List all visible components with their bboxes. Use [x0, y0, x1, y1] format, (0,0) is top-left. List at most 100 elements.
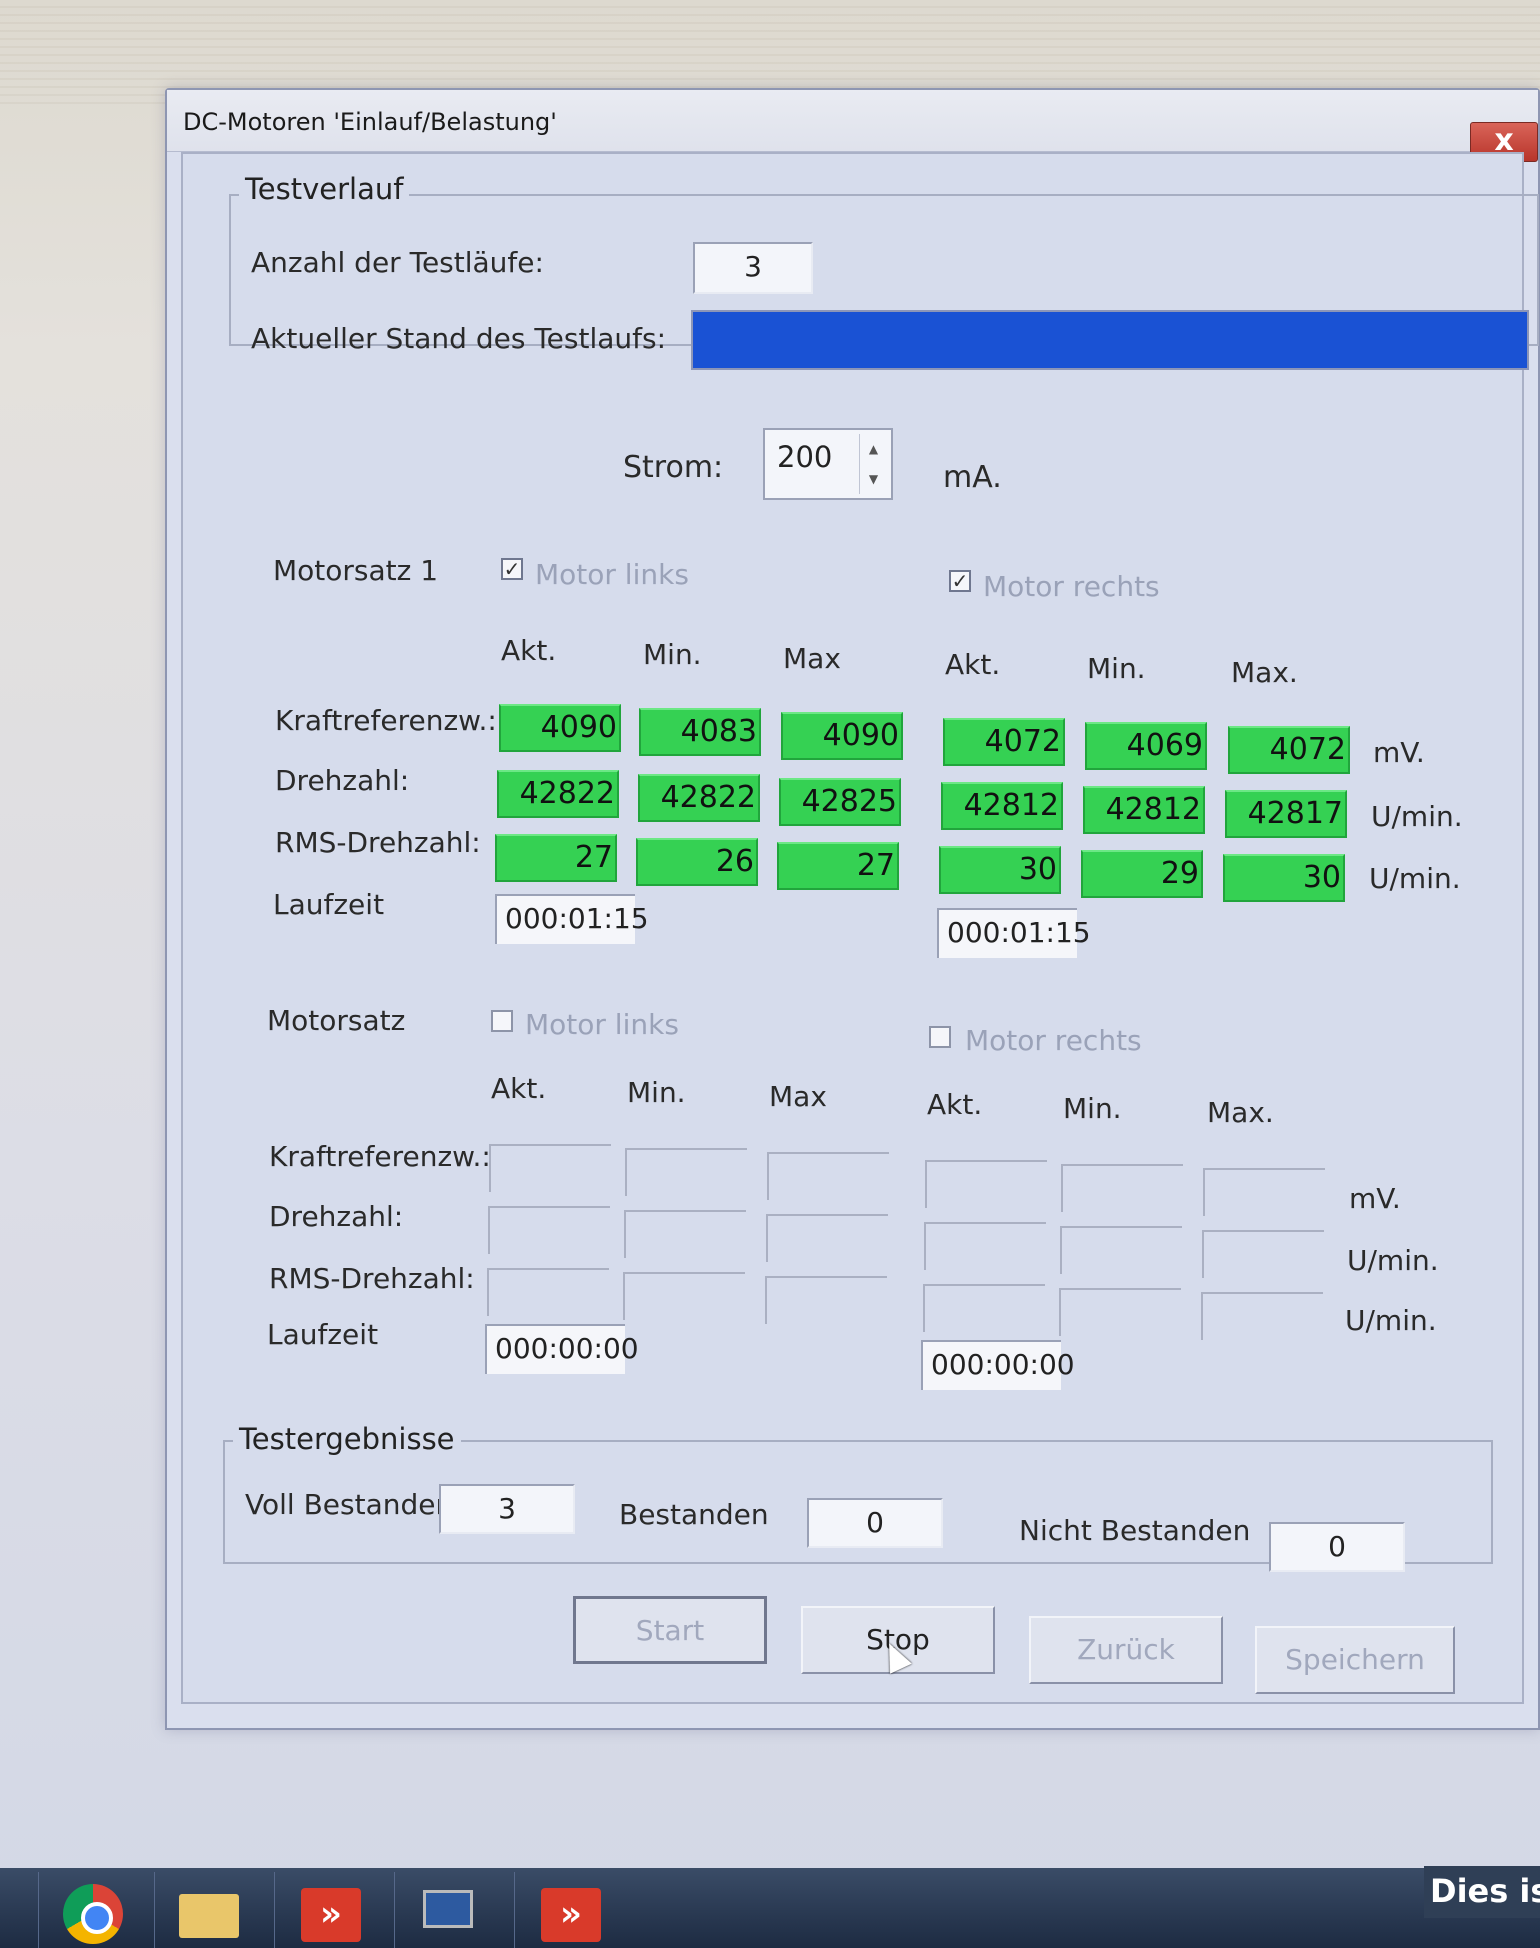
nicht-field: 0 [1269, 1522, 1405, 1572]
spin-up-icon[interactable]: ▲ [860, 434, 887, 464]
testverlauf-title: Testverlauf [239, 172, 410, 206]
stand-label: Aktueller Stand des Testlaufs: [251, 322, 667, 355]
app-red-icon: » [301, 1888, 361, 1942]
m1-left-rms-min: 26 [636, 838, 758, 886]
m2-right-rms-min [1059, 1288, 1181, 1336]
m1-right-drehzahl-akt: 42812 [941, 782, 1063, 830]
m2-left-kraft-max [767, 1152, 889, 1200]
client-area: Testverlauf Anzahl der Testläufe: 3 Aktu… [181, 152, 1539, 1704]
col-min-left-2: Min. [627, 1076, 686, 1109]
testergebnisse-title: Testergebnisse [233, 1422, 461, 1456]
row-kraft-1: Kraftreferenzw.: [275, 704, 497, 737]
m1-left-rms-max: 27 [777, 842, 899, 890]
unit-mv-1: mV. [1373, 736, 1425, 769]
m2-right-rms-max [1201, 1292, 1323, 1340]
m2-right-drehzahl-max [1202, 1230, 1324, 1278]
m1-left-drehzahl-max: 42825 [779, 778, 901, 826]
taskbar-explorer[interactable] [154, 1872, 266, 1948]
motor-rechts-checkbox-2[interactable] [929, 1026, 951, 1048]
taskbar-app-2[interactable]: » [514, 1872, 626, 1948]
m2-right-rms-akt [923, 1284, 1045, 1332]
motor-rechts-checkbox-1[interactable]: ✓ [949, 570, 971, 592]
m2-left-kraft-akt [489, 1144, 611, 1192]
main-window: DC-Motoren 'Einlauf/Belastung' x Testver… [165, 88, 1540, 1730]
m2-right-kraft-max [1203, 1168, 1325, 1216]
m2-right-kraft-akt [925, 1160, 1047, 1208]
col-max-right-2: Max. [1207, 1096, 1274, 1129]
col-max-right-1: Max. [1231, 656, 1298, 689]
col-akt-right-2: Akt. [927, 1088, 983, 1121]
progress-bar [691, 310, 1529, 370]
row-kraft-2: Kraftreferenzw.: [269, 1140, 491, 1173]
col-max-left-2: Max [769, 1080, 827, 1113]
unit-umin-1a: U/min. [1371, 800, 1463, 833]
strom-unit: mA. [943, 460, 1002, 495]
taskbar-computer[interactable] [394, 1872, 506, 1948]
m1-right-drehzahl-min: 42812 [1083, 786, 1205, 834]
zurueck-button[interactable]: Zurück [1029, 1616, 1223, 1684]
row-laufzeit-2: Laufzeit [267, 1318, 379, 1351]
col-akt-left-2: Akt. [491, 1072, 547, 1105]
unit-umin-1b: U/min. [1369, 862, 1461, 895]
col-min-left-1: Min. [643, 638, 702, 671]
motor-rechts-label-1: Motor rechts [983, 570, 1160, 603]
bestanden-label: Bestanden [619, 1498, 769, 1531]
col-akt-right-1: Akt. [945, 648, 1001, 681]
m1-right-kraft-max: 4072 [1228, 726, 1350, 774]
strom-spinner[interactable]: 200 ▲ ▼ [763, 428, 893, 500]
taskbar-app-1[interactable]: » [274, 1872, 386, 1948]
motorsatz2-label: Motorsatz [267, 1004, 406, 1037]
spinner-arrows[interactable]: ▲ ▼ [859, 434, 887, 494]
m2-left-kraft-min [625, 1148, 747, 1196]
unit-umin-2a: U/min. [1347, 1244, 1439, 1277]
m1-right-rms-max: 30 [1223, 854, 1345, 902]
motor-links-label-1: Motor links [535, 558, 689, 591]
row-rms-1: RMS-Drehzahl: [275, 826, 481, 859]
row-rms-2: RMS-Drehzahl: [269, 1262, 475, 1295]
col-min-right-2: Min. [1063, 1092, 1122, 1125]
motor-rechts-label-2: Motor rechts [965, 1024, 1142, 1057]
bestanden-field: 0 [807, 1498, 943, 1548]
m1-left-drehzahl-akt: 42822 [497, 770, 619, 818]
m2-right-drehzahl-min [1060, 1226, 1182, 1274]
motor-links-label-2: Motor links [525, 1008, 679, 1041]
motor-links-checkbox-2[interactable] [491, 1010, 513, 1032]
chrome-icon [63, 1884, 123, 1944]
strom-value: 200 [777, 440, 833, 474]
computer-icon [423, 1890, 473, 1928]
m2-left-rms-max [765, 1276, 887, 1324]
start-button[interactable]: Start [573, 1596, 767, 1664]
m1-left-kraft-akt: 4090 [499, 704, 621, 752]
title-bar: DC-Motoren 'Einlauf/Belastung' [167, 90, 1538, 152]
m1-left-laufzeit: 000:01:15 [495, 894, 649, 944]
col-max-left-1: Max [783, 642, 841, 675]
nicht-label: Nicht Bestanden [1019, 1514, 1251, 1547]
m1-left-kraft-max: 4090 [781, 712, 903, 760]
speichern-button[interactable]: Speichern [1255, 1626, 1455, 1694]
m1-left-drehzahl-min: 42822 [638, 774, 760, 822]
notice-text: Dies ist [1424, 1866, 1540, 1918]
m1-right-laufzeit: 000:01:15 [937, 908, 1091, 958]
taskbar-chrome[interactable] [38, 1872, 150, 1948]
anzahl-label: Anzahl der Testläufe: [251, 246, 544, 279]
voll-field: 3 [439, 1484, 575, 1534]
folder-icon [179, 1894, 239, 1938]
motorsatz1-label: Motorsatz 1 [273, 554, 439, 587]
motor-links-checkbox-1[interactable]: ✓ [501, 558, 523, 580]
m1-left-rms-akt: 27 [495, 834, 617, 882]
m2-left-drehzahl-akt [488, 1206, 610, 1254]
anzahl-field[interactable]: 3 [693, 242, 813, 294]
m1-right-rms-min: 29 [1081, 850, 1203, 898]
m1-right-drehzahl-max: 42817 [1225, 790, 1347, 838]
m2-left-drehzahl-max [766, 1214, 888, 1262]
check-icon: ✓ [503, 557, 521, 581]
m2-left-drehzahl-min [624, 1210, 746, 1258]
m2-left-rms-akt [487, 1268, 609, 1316]
m1-right-rms-akt: 30 [939, 846, 1061, 894]
row-laufzeit-1: Laufzeit [273, 888, 385, 921]
m2-left-laufzeit: 000:00:00 [485, 1324, 639, 1374]
m1-right-kraft-akt: 4072 [943, 718, 1065, 766]
unit-umin-2b: U/min. [1345, 1304, 1437, 1337]
unit-mv-2: mV. [1349, 1182, 1401, 1215]
spin-down-icon[interactable]: ▼ [860, 464, 887, 494]
